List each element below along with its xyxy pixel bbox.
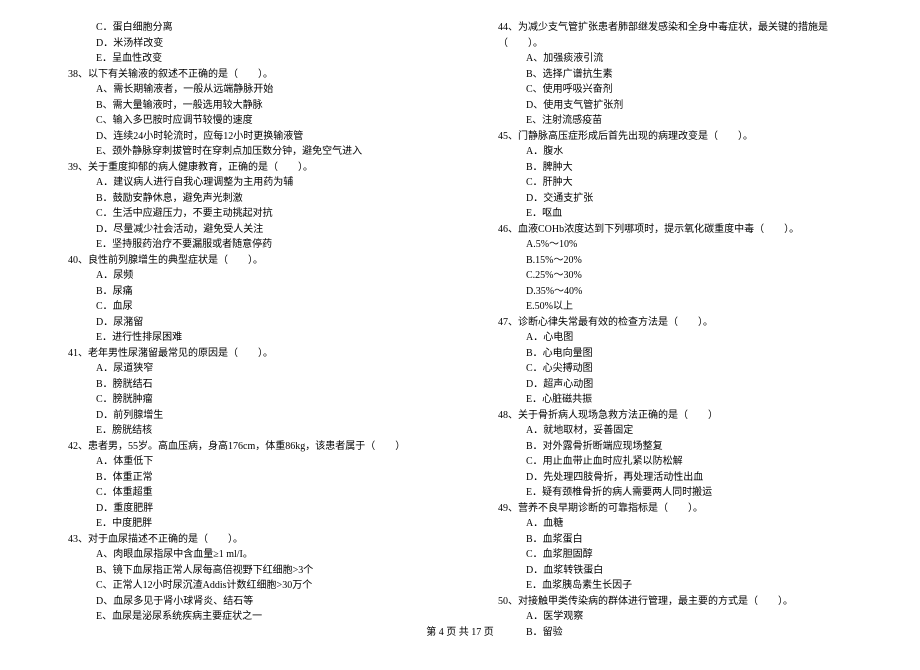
q48-option-d: D．先处理四肢骨折，再处理活动性出血 [490,470,860,486]
q45-option-c: C．肝肿大 [490,175,860,191]
q49-stem: 49、营养不良早期诊断的可靠指标是（ ）。 [490,501,860,517]
q48-option-b: B．对外露骨折断端应现场整复 [490,439,860,455]
q38-option-b: B、需大量输液时，一般选用较大静脉 [60,98,430,114]
q42-stem: 42、患者男，55岁。高血压病，身高176cm，体重86kg，该患者属于（ ） [60,439,430,455]
q42-option-a: A．体重低下 [60,454,430,470]
q39-option-b: B．鼓励安静休息，避免声光刺激 [60,191,430,207]
q46-stem: 46、血液COHb浓度达到下列哪项时，提示氧化碳重度中毒（ ）。 [490,222,860,238]
q43-option-d: D、血尿多见于肾小球肾炎、结石等 [60,594,430,610]
q37-option-d: D．米汤样改变 [60,36,430,52]
q42-option-b: B．体重正常 [60,470,430,486]
q44-option-b: B、选择广谱抗生素 [490,67,860,83]
q44-stem: 44、为减少支气管扩张患者肺部继发感染和全身中毒症状，最关键的措施是（ ）。 [490,20,860,51]
q41-option-d: D．前列腺增生 [60,408,430,424]
q45-option-e: E．呕血 [490,206,860,222]
q39-option-a: A．建议病人进行自我心理调整为主用药为辅 [60,175,430,191]
q40-option-b: B．尿痛 [60,284,430,300]
q49-option-a: A．血糖 [490,516,860,532]
q50-stem: 50、对接触甲类传染病的群体进行管理，最主要的方式是（ ）。 [490,594,860,610]
q49-option-d: D．血浆转铁蛋白 [490,563,860,579]
q44-option-e: E、注射流感疫苗 [490,113,860,129]
q41-stem: 41、老年男性尿潴留最常见的原因是（ ）。 [60,346,430,362]
q38-option-e: E、颈外静脉穿刺拔管时在穿刺点加压数分钟，避免空气进入 [60,144,430,160]
q47-option-e: E．心脏磁共振 [490,392,860,408]
q43-stem: 43、对于血尿描述不正确的是（ ）。 [60,532,430,548]
q38-option-d: D、连续24小时轮流时，应每12小时更换输液管 [60,129,430,145]
q38-option-a: A、需长期输液者，一般从远端静脉开始 [60,82,430,98]
q44-option-a: A、加强痰液引流 [490,51,860,67]
q42-option-e: E．中度肥胖 [60,516,430,532]
q40-option-c: C．血尿 [60,299,430,315]
q46-option-a: A.5%～10% [490,237,860,253]
q42-option-d: D．重度肥胖 [60,501,430,517]
q37-option-e: E．呈血性改变 [60,51,430,67]
page-content: C．蛋白细胞分离 D．米汤样改变 E．呈血性改变 38、以下有关输液的叙述不正确… [0,0,920,670]
q46-option-c: C.25%～30% [490,268,860,284]
q40-option-d: D．尿潴留 [60,315,430,331]
q41-option-a: A．尿道狭窄 [60,361,430,377]
q37-option-c: C．蛋白细胞分离 [60,20,430,36]
q39-stem: 39、关于重度抑郁的病人健康教育，正确的是（ ）。 [60,160,430,176]
q39-option-d: D．尽量减少社会活动，避免受人关注 [60,222,430,238]
q46-option-e: E.50%以上 [490,299,860,315]
q47-option-d: D．超声心动图 [490,377,860,393]
right-column: 44、为减少支气管扩张患者肺部继发感染和全身中毒症状，最关键的措施是（ ）。 A… [490,20,860,640]
q42-option-c: C．体重超重 [60,485,430,501]
q45-option-d: D．交通支扩张 [490,191,860,207]
q48-option-e: E．疑有颈椎骨折的病人需要两人同时搬运 [490,485,860,501]
q47-option-b: B．心电向量图 [490,346,860,362]
q43-option-c: C、正常人12小时尿沉渣Addis计数红细胞>30万个 [60,578,430,594]
q44-option-d: D、使用支气管扩张剂 [490,98,860,114]
q39-option-e: E．坚持服药治疗不要漏服或者随意停药 [60,237,430,253]
q45-option-b: B．脾肿大 [490,160,860,176]
q40-option-a: A．尿频 [60,268,430,284]
q41-option-b: B．膀胱结石 [60,377,430,393]
page-footer: 第 4 页 共 17 页 [0,623,920,638]
q49-option-c: C．血浆胆固醇 [490,547,860,563]
q47-option-a: A．心电图 [490,330,860,346]
q48-stem: 48、关于骨折病人现场急救方法正确的是（ ） [490,408,860,424]
q40-stem: 40、良性前列腺增生的典型症状是（ ）。 [60,253,430,269]
left-column: C．蛋白细胞分离 D．米汤样改变 E．呈血性改变 38、以下有关输液的叙述不正确… [60,20,430,640]
q47-option-c: C．心尖搏动图 [490,361,860,377]
q40-option-e: E．进行性排尿困难 [60,330,430,346]
q41-option-e: E．膀胱结核 [60,423,430,439]
q46-option-d: D.35%～40% [490,284,860,300]
q48-option-a: A．就地取材，妥善固定 [490,423,860,439]
q49-option-e: E．血浆胰岛素生长因子 [490,578,860,594]
q38-option-c: C、输入多巴胺时应调节较慢的速度 [60,113,430,129]
q47-stem: 47、诊断心律失常最有效的检查方法是（ ）。 [490,315,860,331]
q48-option-c: C．用止血带止血时应扎紧以防松解 [490,454,860,470]
q38-stem: 38、以下有关输液的叙述不正确的是（ ）。 [60,67,430,83]
q45-option-a: A．腹水 [490,144,860,160]
q44-option-c: C、使用呼吸兴奋剂 [490,82,860,98]
q43-option-a: A、肉眼血尿指尿中含血量≥1 ml/I。 [60,547,430,563]
q46-option-b: B.15%～20% [490,253,860,269]
q43-option-b: B、镜下血尿指正常人尿每高倍视野下红细胞>3个 [60,563,430,579]
q49-option-b: B．血浆蛋白 [490,532,860,548]
q45-stem: 45、门静脉高压症形成后首先出现的病理改变是（ ）。 [490,129,860,145]
q41-option-c: C．膀胱肿瘤 [60,392,430,408]
q39-option-c: C．生活中应避压力，不要主动挑起对抗 [60,206,430,222]
